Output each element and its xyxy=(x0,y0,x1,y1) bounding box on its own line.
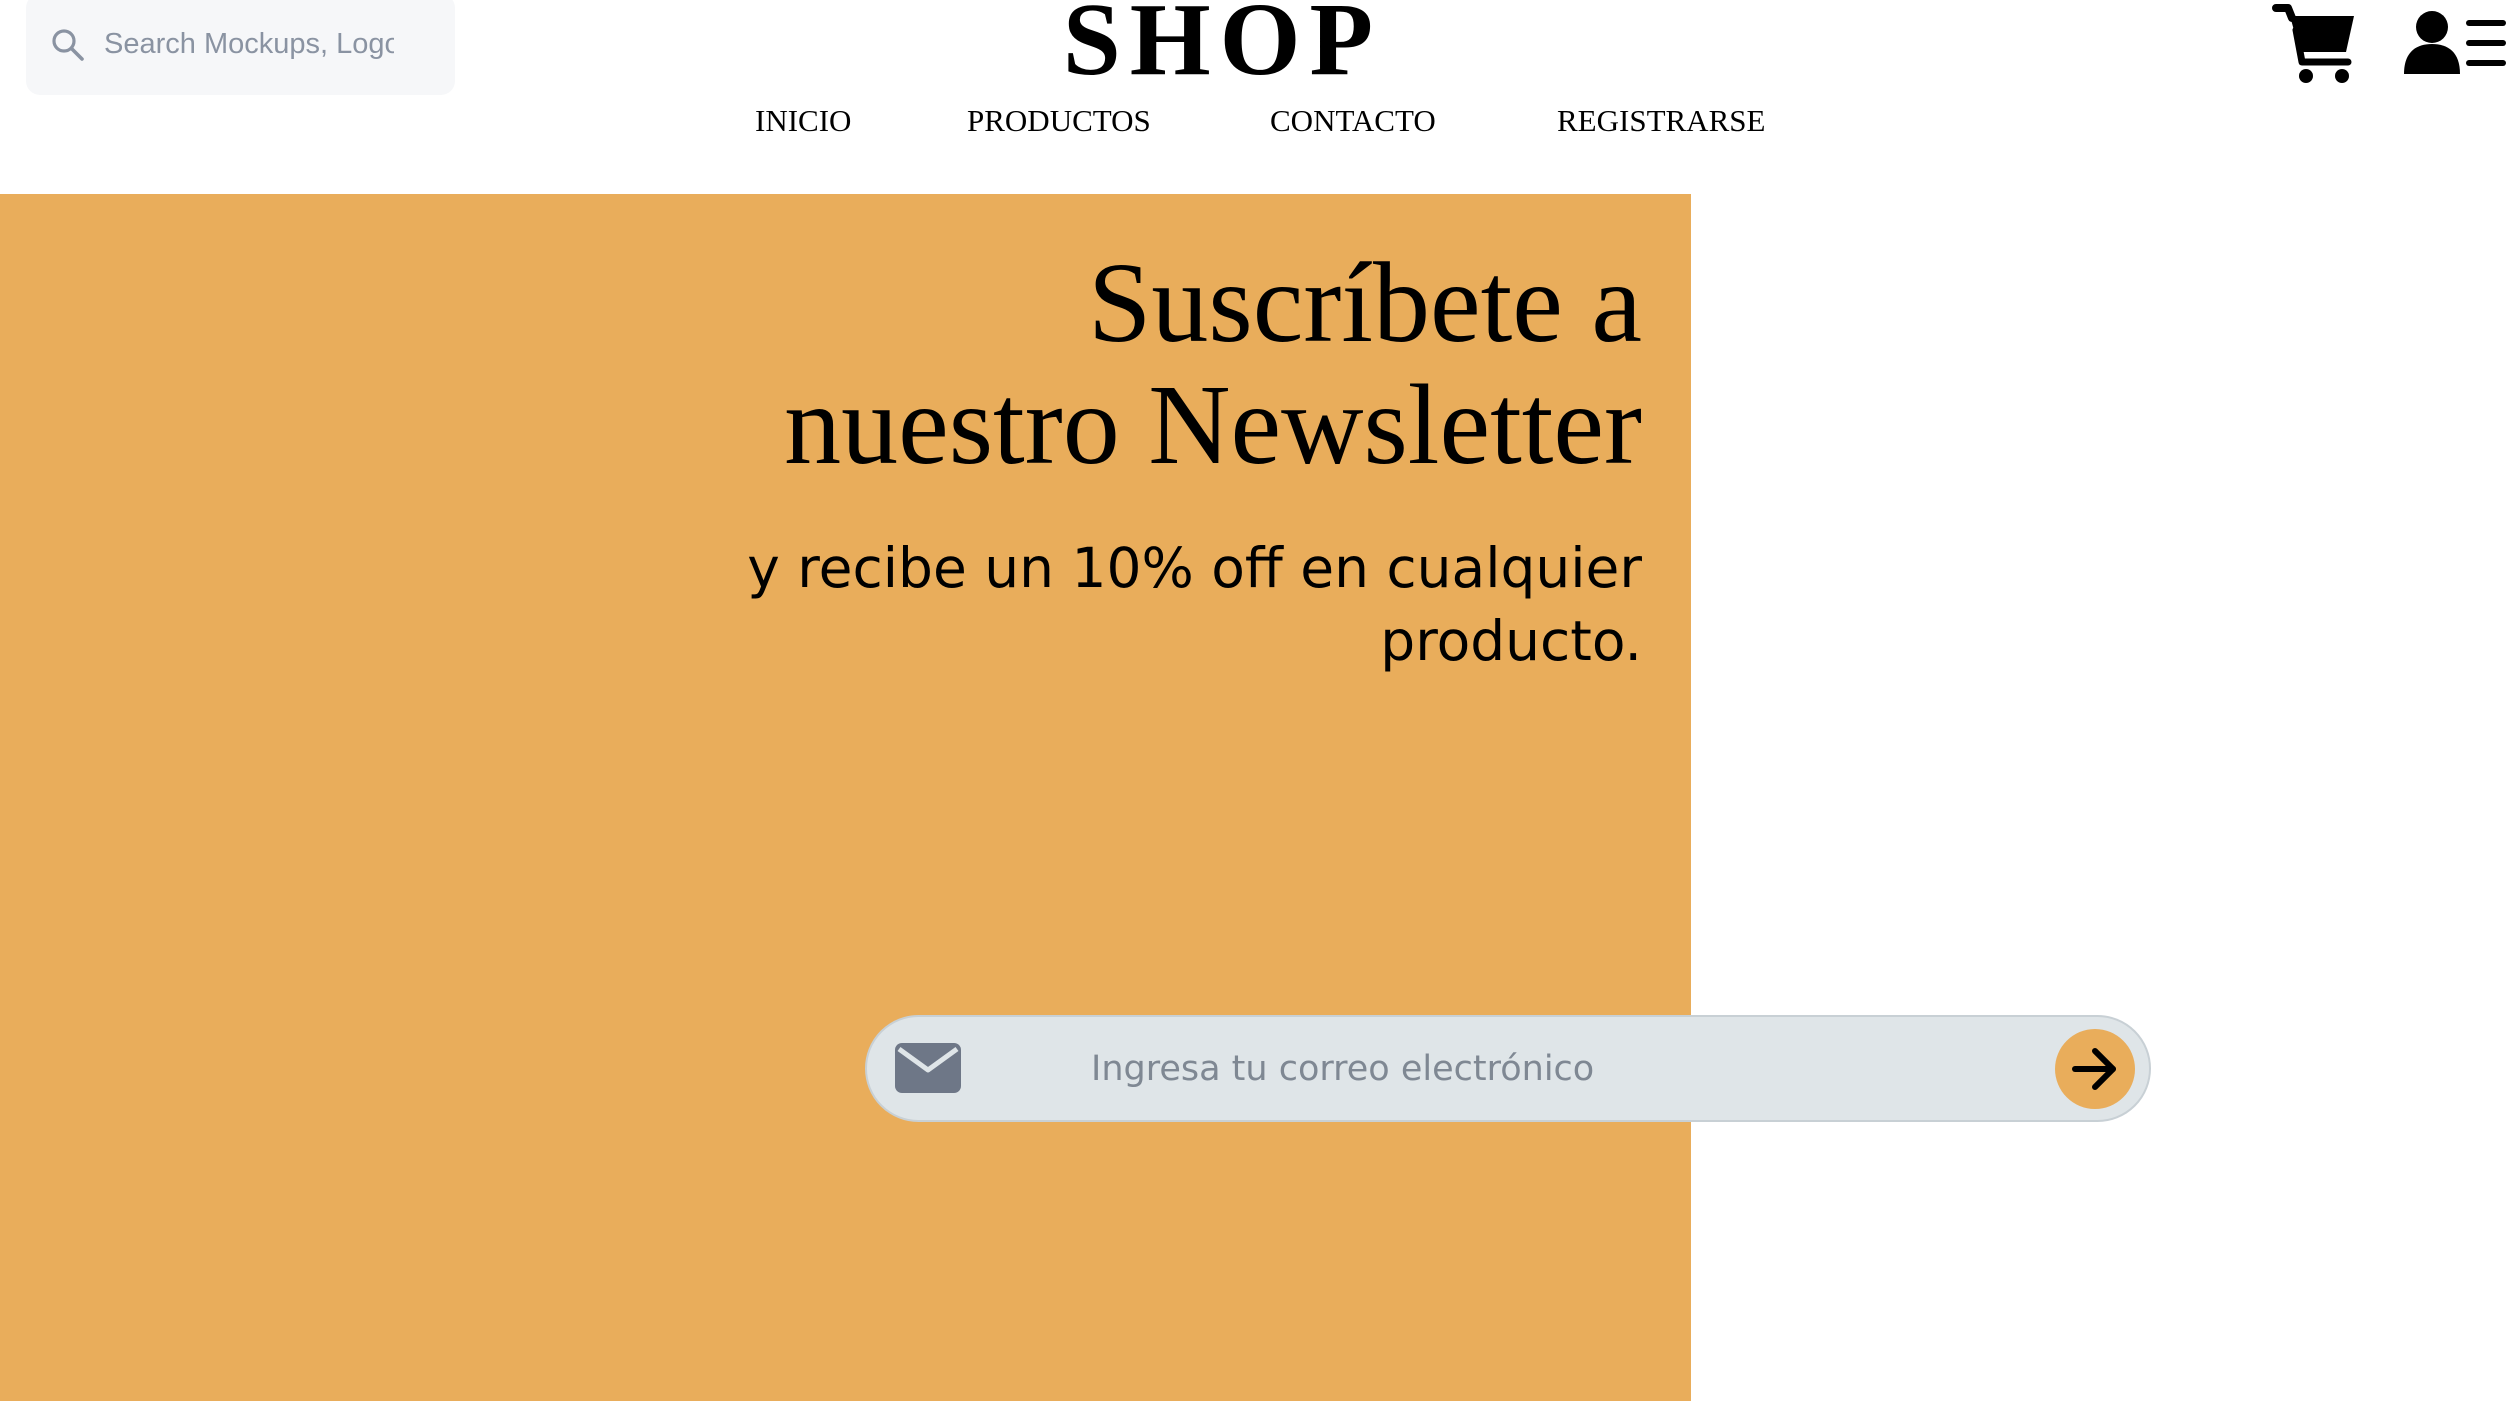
page: SHOP INICIO PRODUCTOS CONTACTO REGISTRAR… xyxy=(0,0,2506,1408)
newsletter-panel: Suscríbete a nuestro Newsletter y recibe… xyxy=(0,194,1691,1401)
user-menu-icon xyxy=(2404,11,2506,74)
nav-item-registrarse[interactable]: REGISTRARSE xyxy=(1557,100,1765,142)
subscribe-submit-button[interactable] xyxy=(2055,1029,2135,1109)
nav-item-productos[interactable]: PRODUCTOS xyxy=(967,100,1151,142)
shop-logo[interactable]: SHOP xyxy=(0,0,2445,92)
main-nav: INICIO PRODUCTOS CONTACTO REGISTRARSE xyxy=(0,100,2506,146)
newsletter-title-line2: nuestro Newsletter xyxy=(784,361,1642,488)
newsletter-title: Suscríbete a nuestro Newsletter xyxy=(784,242,1642,486)
envelope-icon xyxy=(895,1043,961,1093)
arrow-right-icon xyxy=(2072,1048,2116,1090)
newsletter-subtitle: y recibe un 10% off en cualquier product… xyxy=(747,536,1642,673)
email-subscribe-bar[interactable] xyxy=(865,1015,2151,1122)
email-input[interactable] xyxy=(1091,1039,1991,1099)
newsletter-title-line1: Suscríbete a xyxy=(1088,239,1642,366)
shopping-cart-icon xyxy=(2272,4,2354,83)
nav-item-contacto[interactable]: CONTACTO xyxy=(1270,100,1436,142)
nav-item-inicio[interactable]: INICIO xyxy=(755,100,851,142)
user-menu-button[interactable] xyxy=(2404,10,2506,76)
cart-button[interactable] xyxy=(2272,0,2358,86)
